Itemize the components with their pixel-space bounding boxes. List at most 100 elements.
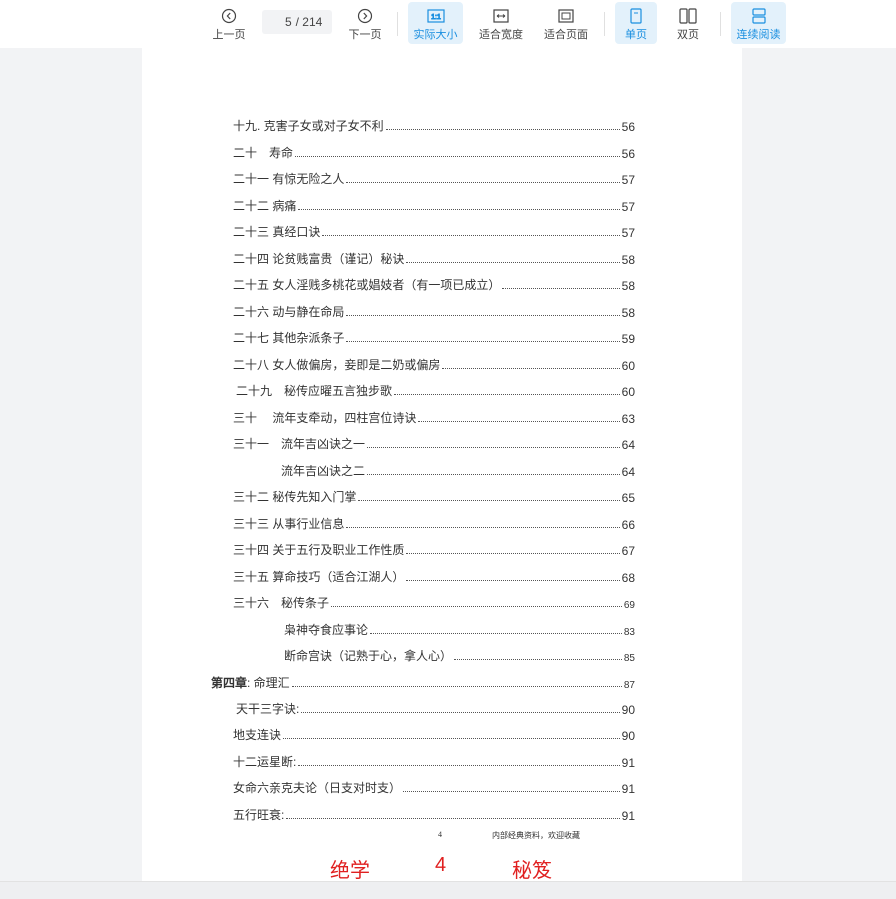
prev-page-label: 上一页 bbox=[212, 29, 246, 41]
toc-entry-page: 60 bbox=[621, 359, 635, 373]
toc-leader-dots bbox=[418, 420, 620, 422]
toc-entry-title: 二十八 女人做偏房，妾即是二奶或偏房 bbox=[233, 358, 441, 372]
toc-entry-title: 二十七 其他杂派条子 bbox=[233, 331, 345, 345]
actual-size-icon: 1:1 bbox=[426, 8, 445, 24]
toc-entry-page: 67 bbox=[621, 544, 635, 558]
toc-entry-page: 83 bbox=[623, 627, 635, 638]
toc-entry-title: 二十二 病痛 bbox=[233, 199, 297, 213]
footer-note: 内部经典资料，欢迎收藏 bbox=[492, 831, 580, 840]
continuous-read-label: 连续阅读 bbox=[736, 29, 781, 41]
toc-leader-dots bbox=[394, 393, 620, 395]
toc-entry[interactable]: 五行旺衰: 91 bbox=[233, 805, 635, 823]
toc-entry[interactable]: 三十二 秘传先知入门掌 65 bbox=[233, 487, 635, 505]
toc-leader-dots bbox=[454, 658, 622, 660]
toc-entry[interactable]: 三十 流年支牵动，四柱宫位诗诀 63 bbox=[233, 408, 635, 426]
toc-entry-title: 枭神夺食应事论 bbox=[284, 623, 369, 637]
toc-leader-dots bbox=[403, 790, 620, 792]
single-page-button[interactable]: 单页 bbox=[615, 2, 657, 44]
toc-entry-title: 三十六 秘传条子 bbox=[233, 596, 330, 610]
toc-entry-title: 二十一 有惊无险之人 bbox=[233, 172, 345, 186]
toc-leader-dots bbox=[406, 579, 620, 581]
toc-entry-title: 断命宫诀（记熟于心，拿人心） bbox=[284, 649, 453, 663]
toc-entry-page: 64 bbox=[621, 438, 635, 452]
toc-leader-dots bbox=[502, 287, 620, 289]
chevron-right-icon bbox=[356, 8, 374, 24]
single-page-label: 单页 bbox=[625, 29, 647, 41]
page-number-field[interactable]: 5 / 214 bbox=[262, 10, 332, 34]
toc-leader-dots bbox=[283, 737, 620, 739]
bottom-scroll-bar[interactable] bbox=[0, 881, 896, 899]
fit-page-button[interactable]: 适合页面 bbox=[540, 2, 592, 44]
toc-leader-dots bbox=[346, 526, 620, 528]
toc-entry-title: 二十六 动与静在命局 bbox=[233, 305, 345, 319]
toc-entry[interactable]: 流年吉凶诀之二 64 bbox=[281, 461, 635, 479]
toc-entry-title: 二十五 女人淫贱多桃花或娼妓者（有一项已成立） bbox=[233, 278, 501, 292]
chapter-label: 第四章 bbox=[211, 676, 248, 690]
toc-entry[interactable]: 女命六亲克夫论（日支对时支） 91 bbox=[233, 778, 635, 796]
toc-entry-title: 三十一 流年吉凶诀之一 bbox=[233, 437, 366, 451]
toc-entry[interactable]: 枭神夺食应事论 83 bbox=[284, 620, 635, 638]
next-page-button[interactable]: 下一页 bbox=[344, 2, 386, 44]
toc-entry[interactable]: 二十九 秘传应曜五言独步歌 60 bbox=[236, 381, 635, 399]
toc-entry[interactable]: 第四章: 命理汇 87 bbox=[211, 673, 635, 691]
toc-entry-page: 91 bbox=[621, 756, 635, 770]
current-page-input[interactable]: 5 bbox=[272, 15, 292, 29]
toc-entry-page: 58 bbox=[621, 279, 635, 293]
toc-entry-page: 57 bbox=[621, 200, 635, 214]
toc-entry-page: 60 bbox=[621, 385, 635, 399]
toc-entry-title: 二十三 真经口诀 bbox=[233, 225, 321, 239]
fit-width-button[interactable]: 适合宽度 bbox=[476, 2, 526, 44]
toc-entry[interactable]: 三十一 流年吉凶诀之一 64 bbox=[233, 434, 635, 452]
toc-entry[interactable]: 三十三 从事行业信息 66 bbox=[233, 514, 635, 532]
toc-entry[interactable]: 二十七 其他杂派条子 59 bbox=[233, 328, 635, 346]
toc-entry-page: 57 bbox=[621, 173, 635, 187]
toc-leader-dots bbox=[346, 181, 620, 183]
toc-entry-page: 85 bbox=[623, 653, 635, 664]
toc-leader-dots bbox=[298, 208, 620, 210]
toc-entry[interactable]: 断命宫诀（记熟于心，拿人心） 85 bbox=[284, 646, 635, 664]
fit-width-label: 适合宽度 bbox=[479, 29, 523, 41]
toc-entry[interactable]: 十二运星断: 91 bbox=[233, 752, 635, 770]
toc-entry[interactable]: 二十八 女人做偏房，妾即是二奶或偏房 60 bbox=[233, 355, 635, 373]
next-page-label: 下一页 bbox=[348, 29, 382, 41]
fit-page-icon bbox=[557, 8, 575, 24]
svg-text:1:1: 1:1 bbox=[431, 14, 441, 21]
toc-entry[interactable]: 二十二 病痛 57 bbox=[233, 196, 635, 214]
toc-entry[interactable]: 二十六 动与静在命局 58 bbox=[233, 302, 635, 320]
toc-entry-title: 十二运星断: bbox=[233, 755, 297, 769]
prev-page-button[interactable]: 上一页 bbox=[208, 2, 250, 44]
double-page-button[interactable]: 双页 bbox=[667, 2, 709, 44]
continuous-read-button[interactable]: 连续阅读 bbox=[731, 2, 786, 44]
toc-entry-title: 十九. 克害子女或对子女不利 bbox=[233, 119, 384, 133]
toolbar-divider bbox=[720, 12, 721, 36]
fit-page-label: 适合页面 bbox=[544, 29, 588, 41]
toc-entry[interactable]: 二十四 论贫贱富贵（谨记）秘诀 58 bbox=[233, 249, 635, 267]
footer-page-number: 4 bbox=[438, 830, 442, 839]
stamp-number: 4 bbox=[435, 854, 447, 876]
toc-entry[interactable]: 三十六 秘传条子 69 bbox=[233, 593, 635, 611]
toc-entry-title: 流年吉凶诀之二 bbox=[281, 464, 366, 478]
toc-entry[interactable]: 三十四 关于五行及职业工作性质 67 bbox=[233, 540, 635, 558]
toc-entry-page: 63 bbox=[621, 412, 635, 426]
toc-entry[interactable]: 二十五 女人淫贱多桃花或娼妓者（有一项已成立） 58 bbox=[233, 275, 635, 293]
toc-entry[interactable]: 天干三字诀: 90 bbox=[236, 699, 635, 717]
toc-entry[interactable]: 地支连诀 90 bbox=[233, 725, 635, 743]
toc-entry-title: 二十四 论贫贱富贵（谨记）秘诀 bbox=[233, 252, 405, 266]
toc-entry[interactable]: 二十 寿命 56 bbox=[233, 143, 635, 161]
toc-leader-dots bbox=[298, 764, 620, 766]
single-page-icon bbox=[627, 8, 645, 24]
toc-entry-page: 56 bbox=[621, 147, 635, 161]
toc-entry-title: 二十九 秘传应曜五言独步歌 bbox=[236, 384, 393, 398]
toc-leader-dots bbox=[346, 340, 620, 342]
toc-entry[interactable]: 二十三 真经口诀 57 bbox=[233, 222, 635, 240]
toc-entry[interactable]: 十九. 克害子女或对子女不利 56 bbox=[233, 116, 635, 134]
toc-leader-dots bbox=[301, 711, 620, 713]
toc-entry-page: 64 bbox=[621, 465, 635, 479]
toc-entry[interactable]: 二十一 有惊无险之人 57 bbox=[233, 169, 635, 187]
toc-leader-dots bbox=[367, 473, 620, 475]
toc-entry-title: 三十四 关于五行及职业工作性质 bbox=[233, 543, 405, 557]
toc-leader-dots bbox=[291, 685, 622, 687]
chapter-title: : 命理汇 bbox=[247, 676, 290, 690]
actual-size-button[interactable]: 1:1 实际大小 bbox=[408, 2, 463, 44]
toc-entry[interactable]: 三十五 算命技巧（适合江湖人） 68 bbox=[233, 567, 635, 585]
